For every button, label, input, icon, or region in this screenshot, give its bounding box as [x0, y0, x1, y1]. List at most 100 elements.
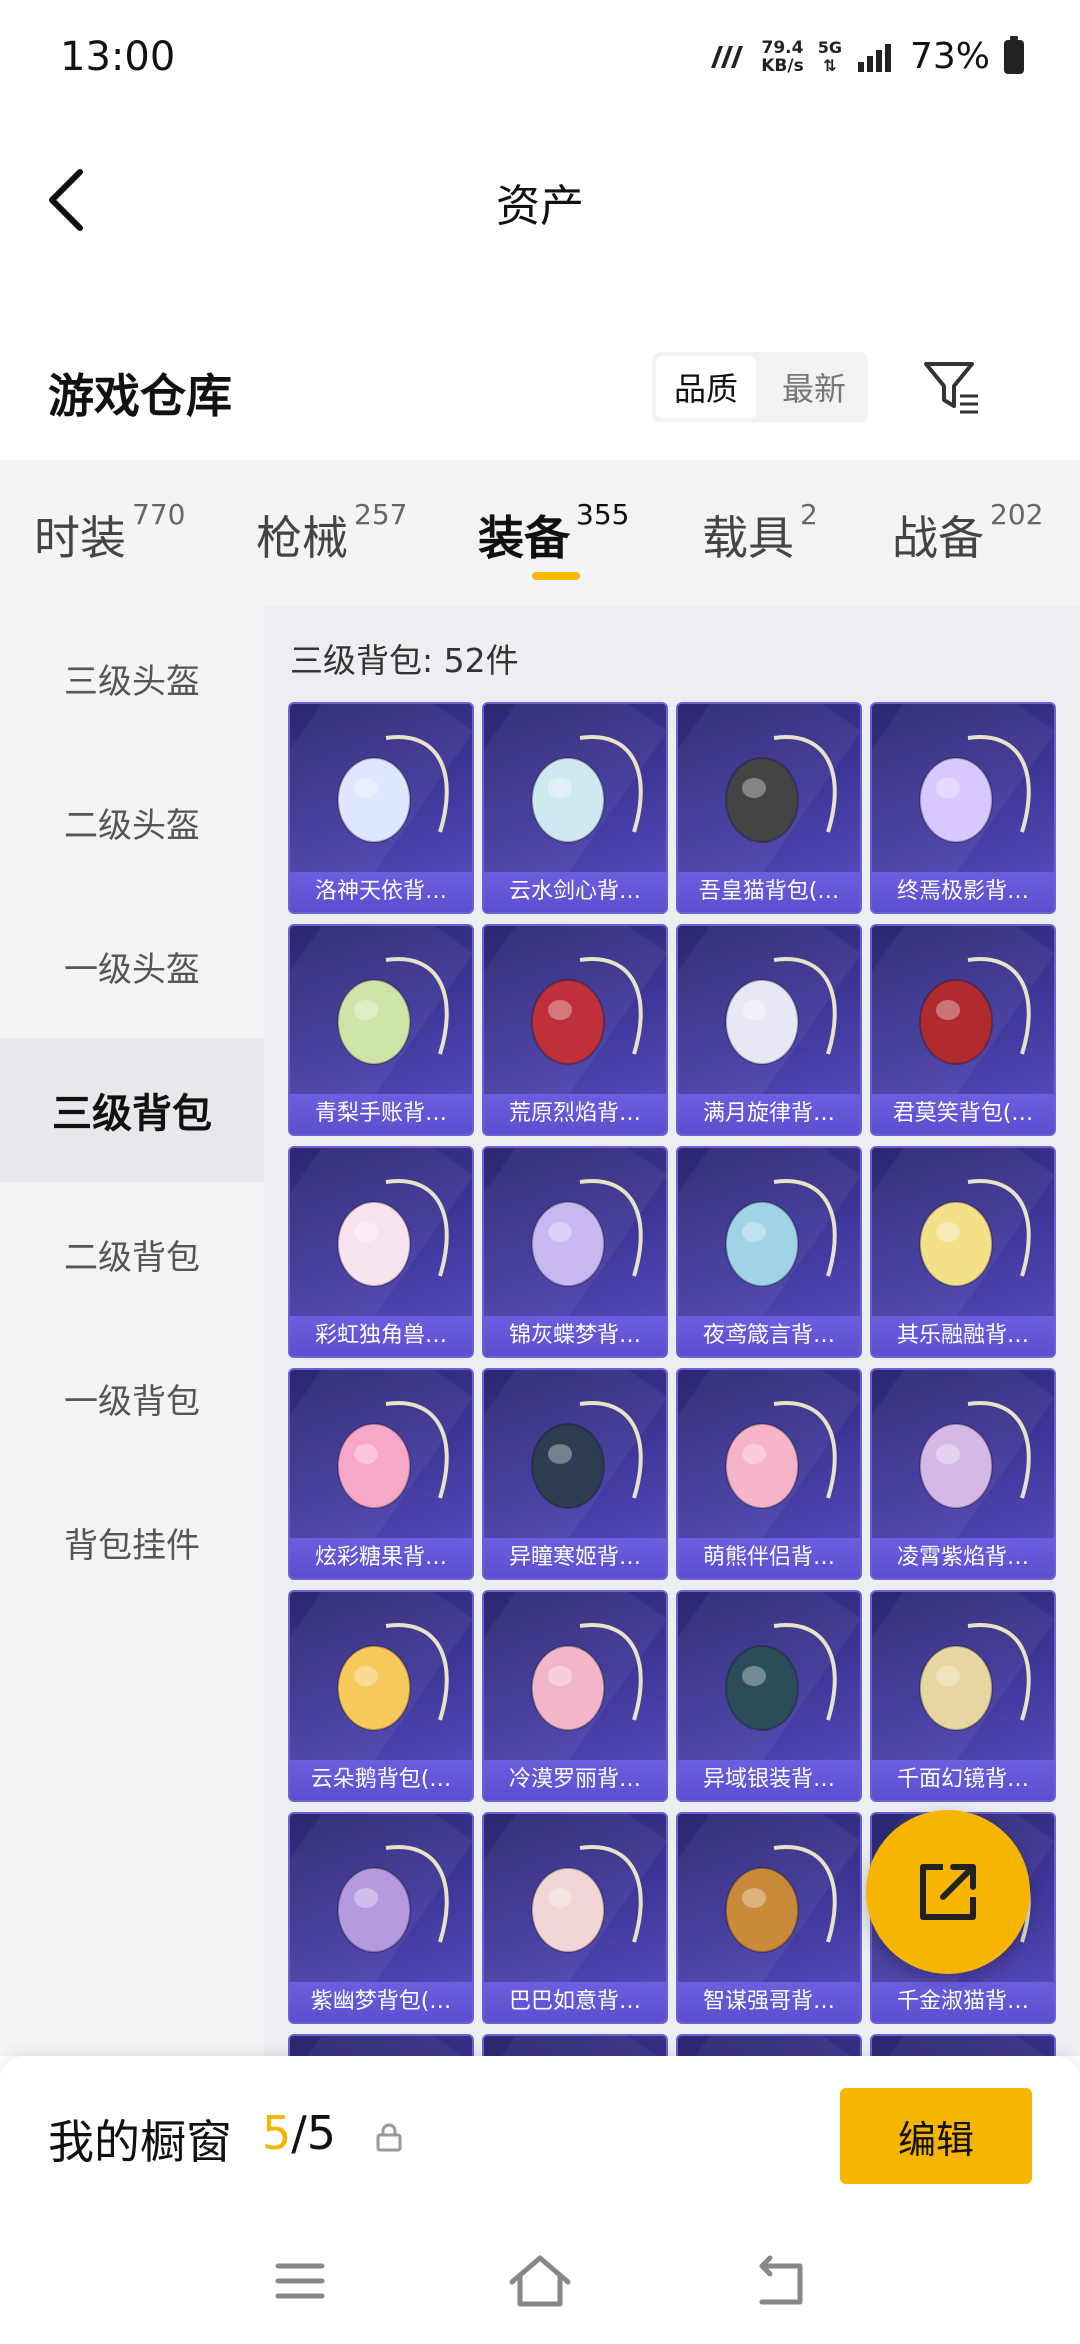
- item-card[interactable]: 炫彩糖果背…: [288, 1368, 474, 1580]
- data-arrows-icon: ⇅: [823, 55, 837, 75]
- backpack-icon: [919, 735, 1031, 843]
- status-bar: 13:00 79.4 KB/s 5G ⇅ 73%: [0, 0, 1080, 120]
- item-card[interactable]: 夜鸢箴言背…: [676, 1146, 862, 1358]
- item-card[interactable]: 终焉极影背…: [870, 702, 1056, 914]
- item-card[interactable]: 青梨手账背…: [288, 924, 474, 1136]
- sort-newest-button[interactable]: 最新: [764, 356, 864, 418]
- item-card[interactable]: 凌霄紫焰背…: [870, 1368, 1056, 1580]
- showcase-count: 5/5: [262, 2106, 336, 2160]
- item-name: 炫彩糖果背…: [290, 1538, 472, 1578]
- item-card[interactable]: 冷漠罗丽背…: [482, 1590, 668, 1802]
- item-card[interactable]: 千面幻镜背…: [870, 1590, 1056, 1802]
- item-card[interactable]: 锦灰蝶梦背…: [482, 1146, 668, 1358]
- backpack-icon: [919, 1179, 1031, 1287]
- network-type: 5G ⇅: [818, 38, 842, 75]
- item-name: 智谋强哥背…: [678, 1982, 860, 2022]
- edit-button[interactable]: 编辑: [840, 2088, 1032, 2184]
- menu-icon[interactable]: [260, 2246, 340, 2316]
- item-card[interactable]: 满月旋律背…: [676, 924, 862, 1136]
- tab-equipment[interactable]: 装备 355: [478, 498, 629, 568]
- item-name: 彩虹独角兽…: [290, 1316, 472, 1356]
- item-card[interactable]: 彩虹独角兽…: [288, 1146, 474, 1358]
- tab-count: 770: [132, 498, 186, 531]
- sidebar-item-level2-backpack[interactable]: 二级背包: [0, 1182, 264, 1326]
- item-card[interactable]: 其乐融融背…: [870, 1146, 1056, 1358]
- item-card[interactable]: 吾皇猫背包(…: [676, 702, 862, 914]
- tab-count: 355: [576, 498, 630, 531]
- backpack-icon: [337, 1623, 449, 1731]
- item-card[interactable]: 巴巴如意背…: [482, 1812, 668, 2024]
- item-name: 千面幻镜背…: [872, 1760, 1054, 1800]
- signal-bars-icon: [857, 43, 891, 72]
- item-card[interactable]: [288, 2034, 474, 2056]
- item-name: 洛神天依背…: [290, 872, 472, 912]
- backpack-icon: [531, 735, 643, 843]
- item-name: 异域银装背…: [678, 1760, 860, 1800]
- battery-icon: [1004, 35, 1024, 74]
- sidebar-item-backpack-charm[interactable]: 背包挂件: [0, 1470, 264, 1614]
- item-name: 冷漠罗丽背…: [484, 1760, 666, 1800]
- subcategory-sidebar: 三级头盔 二级头盔 一级头盔 三级背包 二级背包 一级背包 背包挂件: [0, 606, 264, 2056]
- item-card[interactable]: [676, 2034, 862, 2056]
- backpack-icon: [725, 735, 837, 843]
- backpack-icon: [919, 1623, 1031, 1731]
- home-icon[interactable]: [500, 2246, 580, 2316]
- item-card[interactable]: [870, 2034, 1056, 2056]
- tab-count: 257: [354, 498, 408, 531]
- item-card[interactable]: 君莫笑背包(…: [870, 924, 1056, 1136]
- sort-quality-button[interactable]: 品质: [656, 356, 756, 418]
- backpack-icon: [725, 1845, 837, 1953]
- item-name: 云朵鹅背包(…: [290, 1760, 472, 1800]
- filter-button[interactable]: [920, 356, 984, 420]
- backpack-icon: [531, 1845, 643, 1953]
- category-tabs: 时装 770 枪械 257 装备 355 载具 2 战备 202: [0, 460, 1080, 606]
- sidebar-item-level1-backpack[interactable]: 一级背包: [0, 1326, 264, 1470]
- backpack-icon: [337, 957, 449, 1065]
- tab-vehicles[interactable]: 载具 2: [702, 498, 818, 568]
- showcase-total: /5: [291, 2106, 337, 2160]
- backpack-icon: [531, 957, 643, 1065]
- external-link-icon: [920, 1864, 976, 1920]
- warehouse-title: 游戏仓库: [48, 369, 232, 423]
- net-speed-unit: KB/s: [761, 55, 804, 76]
- tab-count: 202: [990, 498, 1044, 531]
- item-name: 夜鸢箴言背…: [678, 1316, 860, 1356]
- nav-header: 资产: [0, 140, 1080, 260]
- item-name: 君莫笑背包(…: [872, 1094, 1054, 1134]
- status-indicators: 79.4 KB/s 5G ⇅ 73%: [707, 35, 1024, 77]
- item-card[interactable]: [482, 2034, 668, 2056]
- tab-fashion[interactable]: 时装 770: [34, 498, 185, 568]
- backpack-icon: [337, 735, 449, 843]
- item-name: 紫幽梦背包(…: [290, 1982, 472, 2022]
- sidebar-item-level3-helmet[interactable]: 三级头盔: [0, 606, 264, 750]
- tab-label: 载具: [702, 511, 794, 565]
- showcase-label: 我的橱窗: [48, 2115, 232, 2169]
- sidebar-item-level1-helmet[interactable]: 一级头盔: [0, 894, 264, 1038]
- page-title: 资产: [496, 181, 584, 232]
- item-card[interactable]: 紫幽梦背包(…: [288, 1812, 474, 2024]
- backpack-icon: [725, 1179, 837, 1287]
- backpack-icon: [725, 1401, 837, 1509]
- item-card[interactable]: 异域银装背…: [676, 1590, 862, 1802]
- tab-combat-gear[interactable]: 战备 202: [892, 498, 1043, 568]
- item-name: 其乐融融背…: [872, 1316, 1054, 1356]
- return-icon[interactable]: [740, 2246, 820, 2316]
- share-fab-button[interactable]: [866, 1810, 1030, 1974]
- sidebar-item-level2-helmet[interactable]: 二级头盔: [0, 750, 264, 894]
- item-card[interactable]: 云水剑心背…: [482, 702, 668, 914]
- item-card[interactable]: 智谋强哥背…: [676, 1812, 862, 2024]
- showcase-bar: 我的橱窗 5/5 编辑: [0, 2056, 1080, 2216]
- item-name: 萌熊伴侣背…: [678, 1538, 860, 1578]
- status-time: 13:00: [60, 34, 176, 80]
- item-card[interactable]: 异瞳寒姬背…: [482, 1368, 668, 1580]
- item-card[interactable]: 荒原烈焰背…: [482, 924, 668, 1136]
- item-card[interactable]: 萌熊伴侣背…: [676, 1368, 862, 1580]
- content-title: 三级背包: 52件: [290, 641, 519, 680]
- backpack-icon: [725, 1623, 837, 1731]
- backpack-icon: [531, 1179, 643, 1287]
- tab-firearms[interactable]: 枪械 257: [256, 498, 407, 568]
- item-card[interactable]: 云朵鹅背包(…: [288, 1590, 474, 1802]
- item-card[interactable]: 洛神天依背…: [288, 702, 474, 914]
- sidebar-item-level3-backpack[interactable]: 三级背包: [0, 1038, 264, 1182]
- backpack-icon: [919, 957, 1031, 1065]
